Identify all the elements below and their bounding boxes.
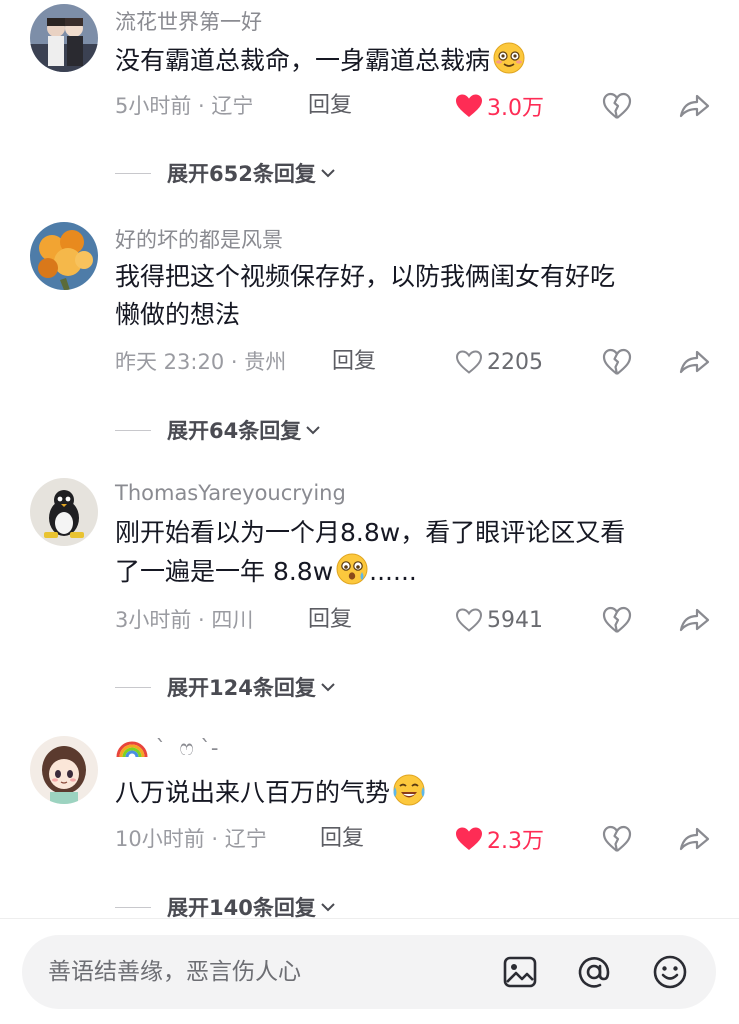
username-text: ` ෆ `-: [149, 736, 219, 760]
heart-filled-icon: [456, 94, 482, 117]
share-arrow-icon[interactable]: [678, 824, 710, 854]
broken-heart-icon[interactable]: [602, 91, 632, 121]
comment-time-location: 5小时前 · 辽宁: [115, 94, 254, 118]
avatar[interactable]: [30, 736, 98, 804]
broken-heart-icon[interactable]: [602, 347, 632, 377]
avatar[interactable]: [30, 222, 98, 290]
divider-dash: [115, 906, 151, 908]
share-arrow-icon[interactable]: [678, 91, 710, 121]
comment-time-location: 10小时前 · 辽宁: [115, 827, 267, 851]
expand-replies-label: 展开64条回复: [167, 419, 302, 443]
expand-replies-button[interactable]: 展开124条回复: [115, 672, 336, 702]
share-arrow-icon[interactable]: [678, 347, 710, 377]
like-button[interactable]: 2205: [455, 345, 543, 379]
broken-heart-icon[interactable]: [602, 605, 632, 635]
chevron-down-icon: [321, 683, 335, 692]
comment-text-line: 刚开始看以为一个月8.8w，看了眼评论区又看: [115, 518, 626, 547]
share-arrow-icon[interactable]: [678, 605, 710, 635]
like-count: 5941: [487, 607, 543, 633]
divider-dash: [115, 172, 151, 174]
shocked-face-emoji: [336, 553, 368, 585]
reply-button[interactable]: 回复: [320, 822, 364, 856]
reply-button[interactable]: 回复: [308, 603, 352, 637]
comment-text: 八万说出来八百万的气势: [115, 773, 715, 812]
expand-replies-label: 展开124条回复: [167, 676, 316, 700]
like-button[interactable]: 2.3万: [455, 822, 544, 856]
expand-replies-label: 展开652条回复: [167, 162, 316, 186]
comment-input-placeholder[interactable]: 善语结善缘，恶言伤人心: [48, 935, 301, 1009]
like-button[interactable]: 5941: [455, 603, 543, 637]
at-mention-icon[interactable]: [576, 954, 612, 990]
heart-outline-icon: [455, 608, 483, 632]
avatar[interactable]: [30, 478, 98, 546]
comment-time-location: 3小时前 · 四川: [115, 608, 254, 632]
comment-text-line: 懒做的想法: [115, 300, 241, 329]
comment-username[interactable]: 流花世界第一好: [115, 6, 262, 36]
like-button[interactable]: 3.0万: [455, 89, 544, 123]
comment-text-line: 八万说出来八百万的气势: [115, 778, 391, 807]
comment-text-span: 了一遍是一年 8.8w: [115, 557, 334, 586]
comment-text-line: 了一遍是一年 8.8w......: [115, 552, 715, 591]
heart-outline-icon: [455, 350, 483, 374]
comment-username[interactable]: 好的坏的都是风景: [115, 224, 283, 254]
comment-meta: 昨天 23:20 · 贵州 回复 2205: [115, 345, 739, 379]
comment-text-line: 没有霸道总裁命，一身霸道总裁病: [115, 46, 491, 75]
avatar[interactable]: [30, 4, 98, 72]
image-icon[interactable]: [502, 954, 538, 990]
comment-text: 我得把这个视频保存好，以防我俩闺女有好吃 懒做的想法: [115, 258, 715, 334]
expand-replies-button[interactable]: 展开652条回复: [115, 158, 336, 188]
laughing-crying-emoji: [393, 774, 425, 806]
chevron-down-icon: [321, 903, 335, 912]
heart-filled-icon: [456, 827, 482, 850]
comment-time-location: 昨天 23:20 · 贵州: [115, 350, 287, 374]
chevron-down-icon: [321, 169, 335, 178]
chevron-down-icon: [306, 426, 320, 435]
reply-button[interactable]: 回复: [332, 345, 376, 379]
like-count: 2205: [487, 349, 543, 375]
comment-input-bar[interactable]: 善语结善缘，恶言伤人心: [22, 935, 716, 1009]
divider-dash: [115, 686, 151, 688]
input-bar-divider: [0, 918, 739, 919]
broken-heart-icon[interactable]: [602, 824, 632, 854]
comment-username[interactable]: ThomasYareyoucrying: [115, 481, 346, 505]
like-count: 3.0万: [487, 96, 544, 121]
comment-meta: 5小时前 · 辽宁 回复 3.0万: [115, 89, 739, 123]
comment-meta: 3小时前 · 四川 回复 5941: [115, 603, 739, 637]
comment-text-span: ......: [369, 557, 417, 586]
emoji-smile-icon[interactable]: [652, 954, 688, 990]
divider-dash: [115, 429, 151, 431]
comment-text: 刚开始看以为一个月8.8w，看了眼评论区又看 了一遍是一年 8.8w......: [115, 514, 715, 591]
expand-replies-button[interactable]: 展开64条回复: [115, 415, 321, 445]
smiling-face-emoji: [493, 42, 525, 74]
reply-button[interactable]: 回复: [308, 89, 352, 123]
comment-meta: 10小时前 · 辽宁 回复 2.3万: [115, 822, 739, 856]
comment-username[interactable]: ` ෆ `-: [115, 735, 219, 761]
comment-text-line: 我得把这个视频保存好，以防我俩闺女有好吃: [115, 262, 616, 291]
like-count: 2.3万: [487, 829, 544, 854]
rainbow-icon: [116, 741, 148, 758]
comment-text: 没有霸道总裁命，一身霸道总裁病: [115, 41, 715, 80]
